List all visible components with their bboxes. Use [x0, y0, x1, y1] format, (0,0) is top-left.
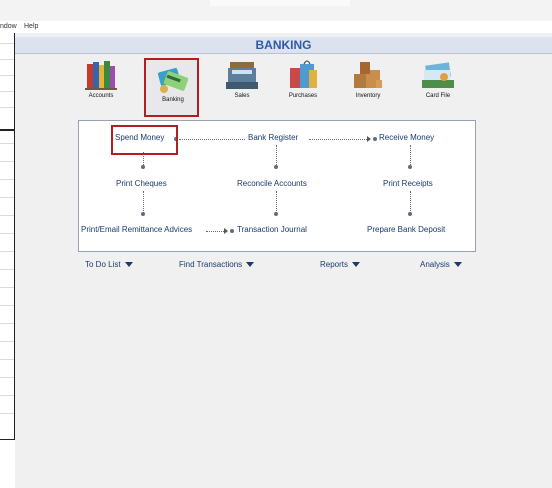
tab-ghost: [210, 0, 350, 6]
reports-dropdown[interactable]: Reports: [320, 260, 361, 269]
menu-help[interactable]: Help: [24, 21, 38, 33]
list-row: [0, 43, 14, 44]
list-row: [0, 215, 14, 216]
sales-register-icon: [226, 62, 258, 89]
list-row: [0, 161, 14, 162]
flow-dot: [141, 165, 145, 169]
flow-dot: [408, 212, 412, 216]
module-label: Banking: [162, 97, 184, 103]
pane-divider: [0, 129, 14, 131]
flow-arrow: [367, 136, 371, 142]
list-row: [0, 323, 14, 324]
flow-connector: [143, 191, 144, 213]
flow-dot: [141, 212, 145, 216]
list-row: [0, 269, 14, 270]
list-row: [0, 91, 14, 92]
list-row: [0, 143, 14, 144]
window-title: BANKING: [15, 37, 552, 54]
list-row: [0, 59, 14, 60]
list-row: [0, 305, 14, 306]
flow-connector: [179, 139, 245, 140]
flow-dot: [274, 165, 278, 169]
module-purchases[interactable]: Purchases: [275, 58, 331, 99]
list-row: [0, 233, 14, 234]
app-top-strip: [0, 0, 552, 21]
print-receipts-link[interactable]: Print Receipts: [383, 179, 433, 188]
list-row: [0, 413, 14, 414]
purchases-bags-icon: [290, 60, 317, 88]
list-row: [0, 341, 14, 342]
chevron-down-icon: [352, 262, 361, 268]
flow-connector: [276, 145, 277, 167]
module-inventory[interactable]: Inventory: [340, 58, 396, 99]
module-label: Sales: [234, 93, 250, 99]
chevron-down-icon: [246, 262, 255, 268]
module-accounts[interactable]: Accounts: [73, 58, 129, 99]
flow-connector: [206, 231, 226, 232]
to-do-list-label: To Do List: [85, 260, 121, 269]
list-row: [0, 395, 14, 396]
find-transactions-label: Find Transactions: [179, 260, 243, 269]
chevron-down-icon: [453, 262, 462, 268]
transaction-journal-link[interactable]: Transaction Journal: [237, 225, 307, 234]
module-label: Inventory: [355, 93, 381, 99]
chevron-down-icon: [124, 262, 133, 268]
module-sales[interactable]: Sales: [214, 58, 270, 99]
list-row: [0, 179, 14, 180]
reconcile-accounts-link[interactable]: Reconcile Accounts: [237, 179, 307, 188]
module-card-file[interactable]: Card File: [410, 58, 466, 99]
receive-money-link[interactable]: Receive Money: [379, 133, 434, 142]
list-row: [0, 75, 14, 76]
banking-cards-icon: [157, 68, 189, 93]
menubar: ndow Help: [0, 21, 552, 33]
flow-connector: [410, 191, 411, 213]
spend-money-highlight: [111, 125, 178, 155]
reports-label: Reports: [320, 260, 349, 269]
analysis-dropdown[interactable]: Analysis: [420, 260, 462, 269]
list-row: [0, 287, 14, 288]
analysis-label: Analysis: [420, 260, 450, 269]
inventory-boxes-icon: [354, 62, 382, 88]
module-label: Accounts: [88, 93, 114, 99]
flow-connector: [309, 139, 369, 140]
flow-connector: [276, 191, 277, 213]
flow-dot: [230, 229, 234, 233]
to-do-list-dropdown[interactable]: To Do List: [85, 260, 133, 269]
prepare-bank-deposit-link[interactable]: Prepare Bank Deposit: [367, 225, 445, 234]
flow-dot: [408, 165, 412, 169]
bank-register-link[interactable]: Bank Register: [248, 133, 298, 142]
flow-dot: [274, 212, 278, 216]
list-row: [0, 197, 14, 198]
find-transactions-dropdown[interactable]: Find Transactions: [179, 260, 255, 269]
module-label: Card File: [425, 93, 451, 99]
card-file-icon: [422, 62, 454, 88]
module-label: Purchases: [288, 93, 318, 99]
flow-connector: [410, 145, 411, 167]
list-row: [0, 377, 14, 378]
print-email-remittance-link[interactable]: Print/Email Remittance Advices: [81, 225, 192, 234]
flow-dot: [373, 137, 377, 141]
list-row: [0, 107, 14, 108]
list-row: [0, 251, 14, 252]
list-row: [0, 359, 14, 360]
left-list-pane: [0, 33, 15, 440]
flow-arrow: [224, 228, 228, 234]
module-banking[interactable]: Banking: [144, 58, 201, 117]
menu-window[interactable]: ndow: [0, 21, 17, 33]
print-cheques-link[interactable]: Print Cheques: [116, 179, 167, 188]
accounts-books-icon: [85, 61, 117, 90]
